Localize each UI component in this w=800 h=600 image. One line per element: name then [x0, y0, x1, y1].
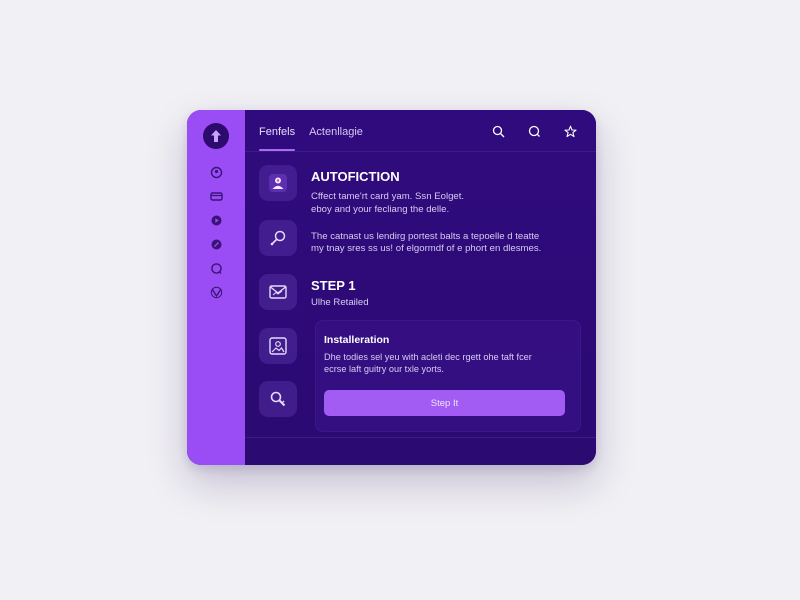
key-tile-icon [259, 381, 297, 417]
arrow-up-logo-icon [211, 130, 221, 142]
link-icon[interactable] [209, 285, 223, 299]
main-panel: Fenfels Actenllagie AUTOFICTION Cffect t… [245, 110, 596, 465]
info-text-line2: my tnay sres ss us! of elgormdf of e pho… [311, 243, 542, 254]
autofiction-text-line2: eboy and your fecliang the delle. [311, 204, 450, 215]
wrench-tile-icon [259, 220, 297, 256]
search-icon[interactable] [490, 123, 506, 139]
chat-icon[interactable] [526, 123, 542, 139]
installation-title: Installeration [324, 334, 390, 346]
play-icon[interactable] [209, 213, 223, 227]
top-bar: Fenfels Actenllagie [245, 110, 596, 152]
top-actions [490, 123, 578, 139]
app-logo[interactable] [203, 123, 229, 149]
autofiction-text-line1: Cffect tame'rt card yam. Ssn Eolget. [311, 191, 465, 202]
user-circle-icon[interactable] [209, 165, 223, 179]
installation-text-line1: Dhe todies sel yeu with acleti dec rgett… [324, 352, 532, 362]
sidebar-rail [187, 110, 245, 465]
image-tile-icon [259, 328, 297, 364]
app-window: Fenfels Actenllagie AUTOFICTION Cffect t… [187, 110, 596, 465]
card-icon[interactable] [209, 189, 223, 203]
step-subtitle: Ulhe Retailed [311, 297, 369, 308]
bell-icon[interactable] [209, 261, 223, 275]
mail-tile-icon [259, 274, 297, 310]
edit-icon[interactable] [209, 237, 223, 251]
tab-fenfels[interactable]: Fenfels [259, 126, 296, 151]
installation-text-line2: ecrse laft guitry our txle yorts. [324, 364, 444, 374]
step-it-button[interactable]: Step It [324, 390, 565, 416]
tab-actenllagie[interactable]: Actenllagie [309, 126, 363, 151]
profile-tile-icon [259, 165, 297, 201]
bottom-divider [245, 437, 596, 438]
star-icon[interactable] [562, 123, 578, 139]
step-title: STEP 1 [311, 278, 356, 293]
info-text-line1: The catnast us lendirg portest balts a t… [311, 231, 540, 242]
autofiction-title: AUTOFICTION [311, 169, 400, 184]
